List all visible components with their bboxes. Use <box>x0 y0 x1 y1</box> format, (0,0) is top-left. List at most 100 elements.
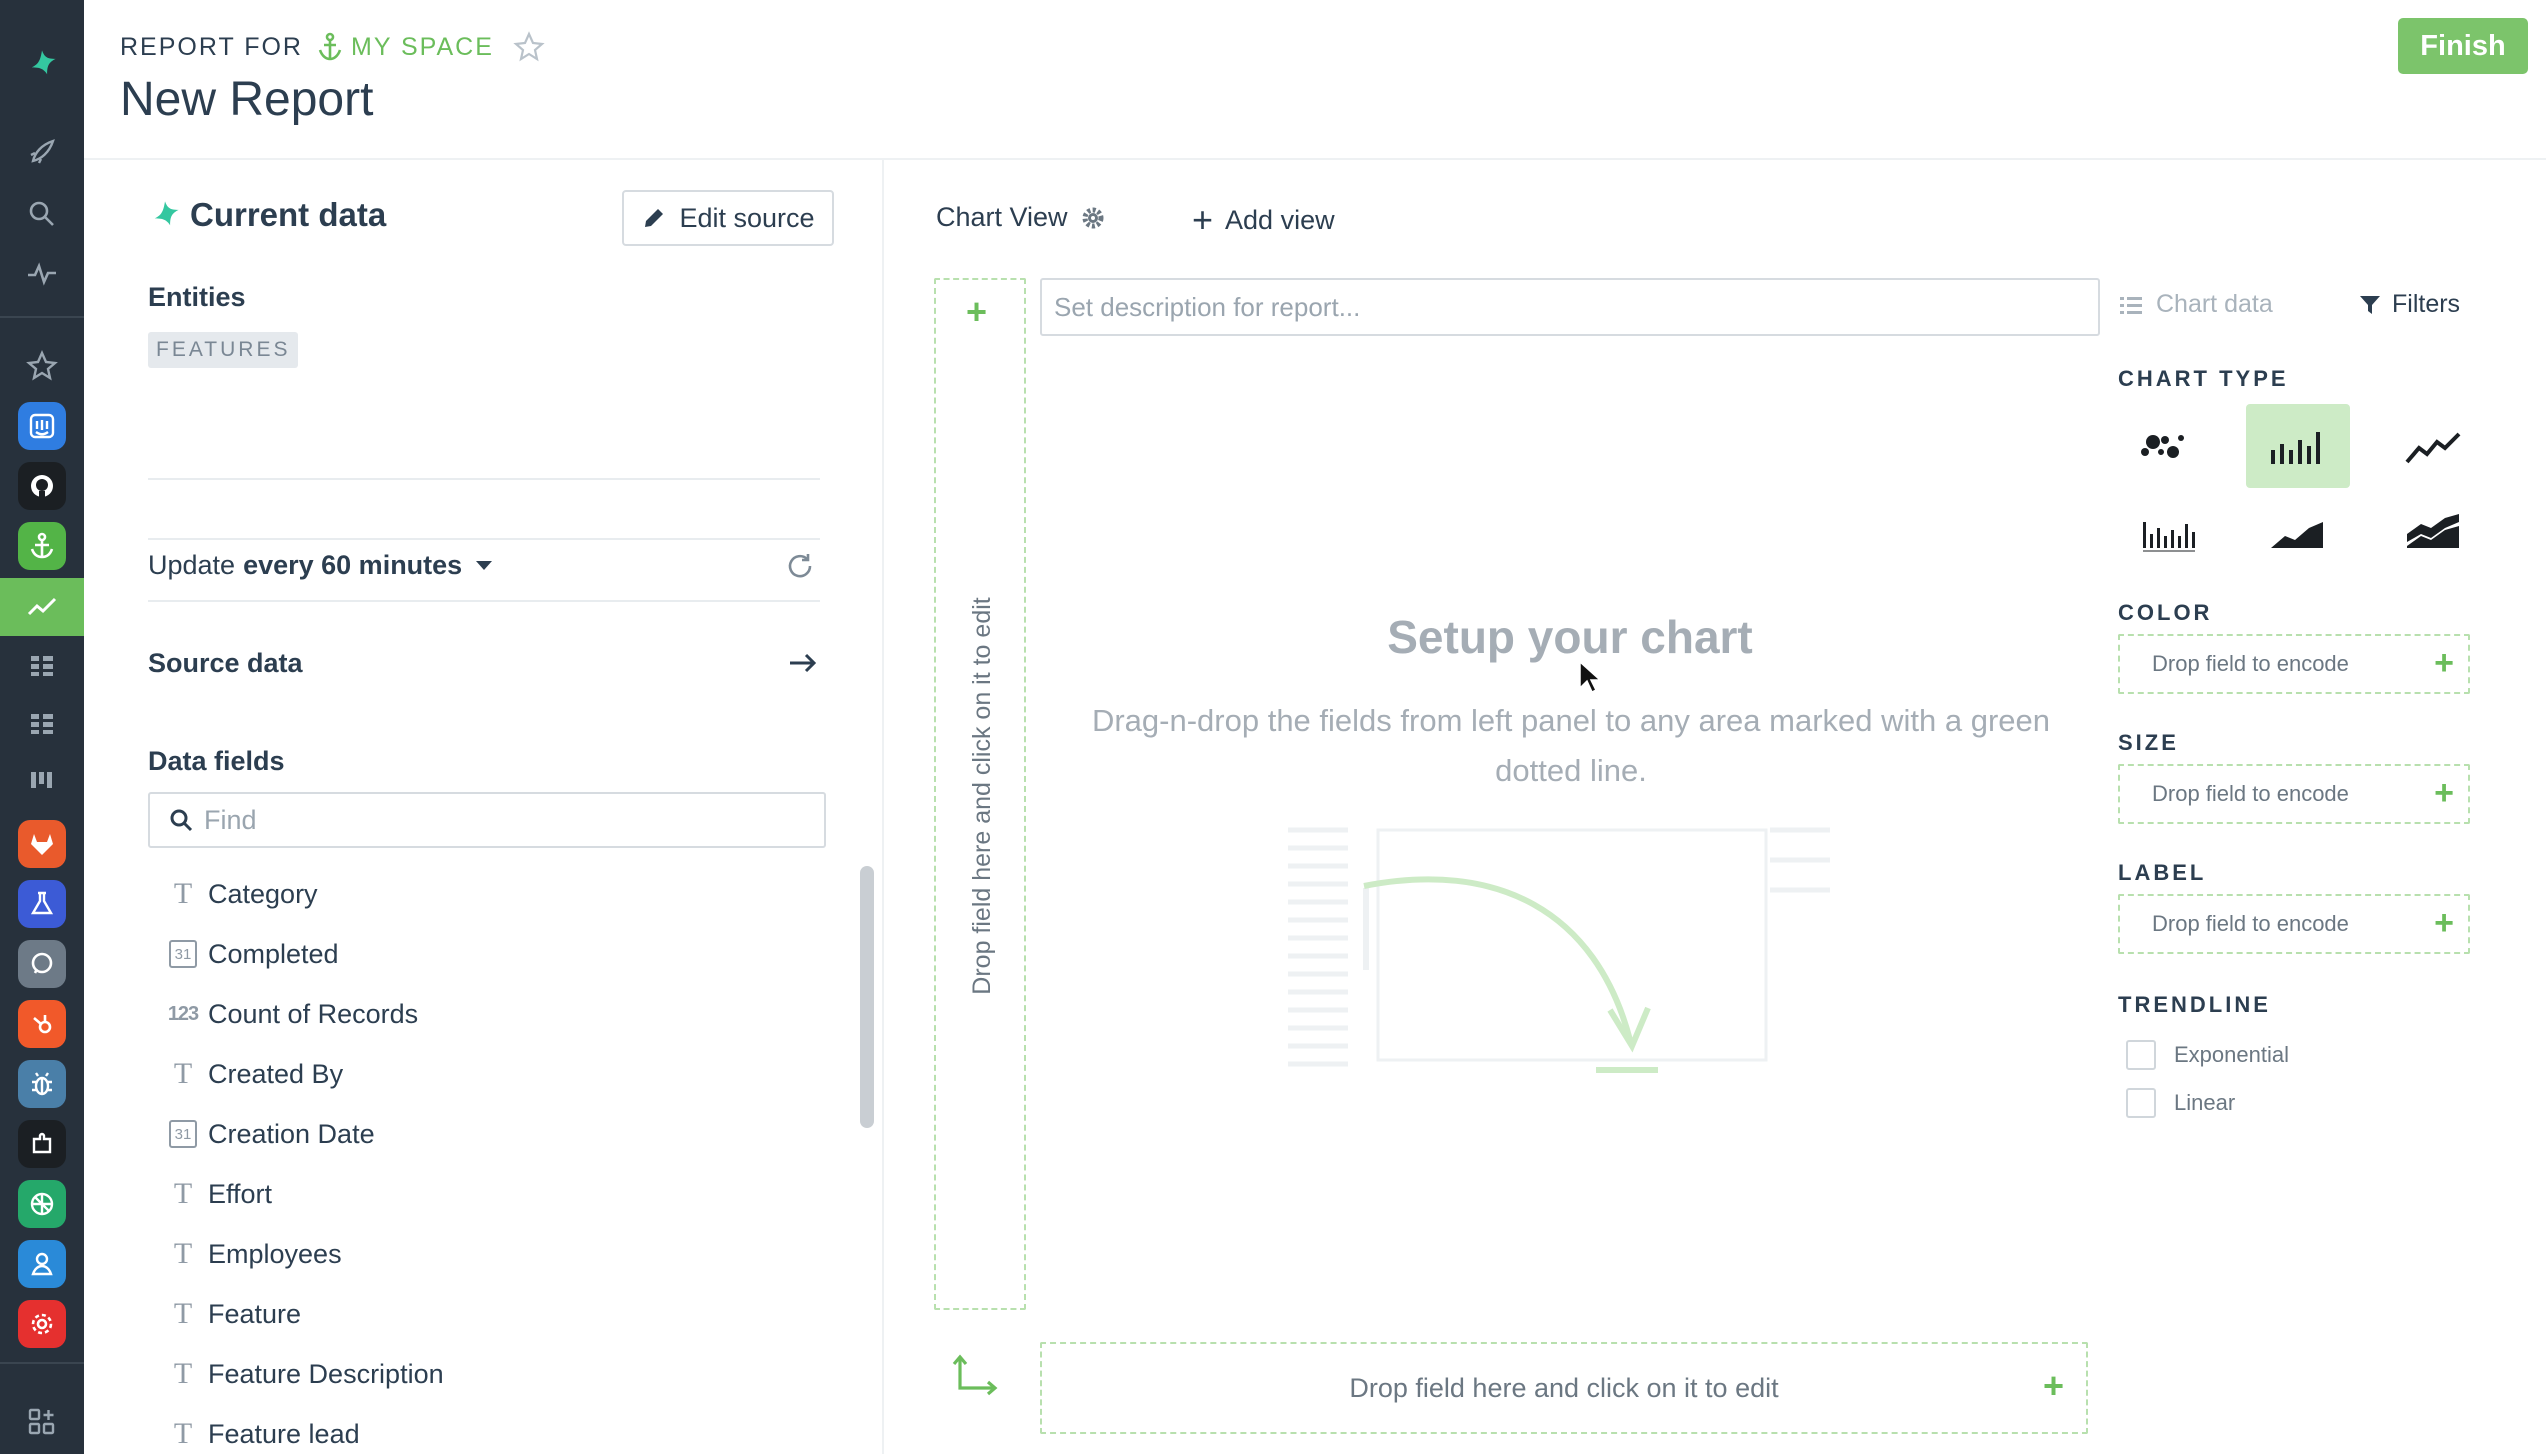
drag-drop-illustration <box>1288 827 1830 1073</box>
edit-source-button[interactable]: Edit source <box>622 190 834 246</box>
gear-icon[interactable] <box>1080 205 1106 231</box>
tab-chart-data[interactable]: Chart data <box>2118 290 2273 319</box>
tab-chart-view[interactable]: Chart View <box>936 202 1106 233</box>
field-item-created-by[interactable]: T Created By <box>164 1044 804 1104</box>
add-app-icon[interactable] <box>14 1394 70 1450</box>
y-axis-drop-zone[interactable]: + Drop field here and click on it to edi… <box>934 278 1026 1310</box>
star-icon[interactable] <box>14 338 70 394</box>
grid-app-icon[interactable] <box>14 696 70 752</box>
size-encode-drop-zone[interactable]: Drop field to encode + <box>2118 764 2470 824</box>
trendline-linear-checkbox[interactable]: Linear <box>2126 1088 2235 1118</box>
label-heading: LABEL <box>2118 860 2207 885</box>
source-data-link[interactable]: Source data <box>148 648 303 679</box>
chart-type-stacked-area[interactable] <box>2382 488 2486 572</box>
calendar-icon: 31 <box>164 940 202 968</box>
calendar-icon: 31 <box>164 1120 202 1148</box>
page-title: New Report <box>120 73 374 126</box>
stacked-area-chart-icon <box>2407 514 2459 548</box>
current-data-heading: Current data <box>148 196 386 234</box>
text-type-icon: T <box>173 1057 193 1090</box>
flask-app-icon[interactable] <box>14 876 70 932</box>
field-item-count-of-records[interactable]: 123 Count of Records <box>164 984 804 1044</box>
field-list: T Category 31 Completed 123 Count of Record… <box>164 864 804 1454</box>
line-chart-icon <box>2405 432 2461 464</box>
intercom-app-icon[interactable] <box>14 398 70 454</box>
chart-type-heading: CHART TYPE <box>2118 366 2289 391</box>
setup-chart-title: Setup your chart <box>1387 611 1753 663</box>
add-view-button[interactable]: + Add view <box>1192 202 1335 238</box>
field-item-completed[interactable]: 31 Completed <box>164 924 804 984</box>
field-item-feature-description[interactable]: T Feature Description <box>164 1344 804 1404</box>
gear-app-icon[interactable] <box>14 1296 70 1352</box>
rocket-icon[interactable] <box>14 124 70 180</box>
field-item-effort[interactable]: T Effort <box>164 1164 804 1224</box>
field-item-feature[interactable]: T Feature <box>164 1284 804 1344</box>
hubspot-app-icon[interactable] <box>14 996 70 1052</box>
app-window: REPORT FOR MY SPACE New Report Finish Cu… <box>0 0 2546 1454</box>
report-header: REPORT FOR MY SPACE New Report Finish <box>84 0 2546 160</box>
field-item-feature-lead[interactable]: T Feature lead <box>164 1404 804 1454</box>
logo-icon[interactable] <box>14 36 70 92</box>
space-link[interactable]: MY SPACE <box>317 32 494 62</box>
label-encode-drop-zone[interactable]: Drop field to encode + <box>2118 894 2470 954</box>
github-app-icon[interactable] <box>14 458 70 514</box>
color-encode-drop-zone[interactable]: Drop field to encode + <box>2118 634 2470 694</box>
gitlab-app-icon[interactable] <box>14 816 70 872</box>
field-search-input[interactable] <box>204 804 764 836</box>
chart-type-scatter[interactable] <box>2118 404 2222 488</box>
search-icon[interactable] <box>14 186 70 242</box>
field-item-employees[interactable]: T Employees <box>164 1224 804 1284</box>
field-label: Created By <box>208 1058 344 1089</box>
trello-app-icon[interactable] <box>14 754 70 810</box>
add-label-field-icon[interactable]: + <box>2434 906 2454 940</box>
tab-filters[interactable]: Filters <box>2358 290 2460 319</box>
add-x-field-icon[interactable]: + <box>2043 1368 2064 1404</box>
favorite-star-icon[interactable] <box>512 30 546 64</box>
chart-type-area[interactable] <box>2246 488 2350 572</box>
trendline-exponential-checkbox[interactable]: Exponential <box>2126 1040 2289 1070</box>
grid-app-icon[interactable] <box>14 638 70 694</box>
tab-label: Chart View <box>936 202 1068 232</box>
text-type-icon: T <box>173 1237 193 1270</box>
pencil-icon <box>645 209 664 227</box>
activity-icon[interactable] <box>14 246 70 302</box>
search-icon <box>170 809 193 832</box>
report-description-box[interactable] <box>1040 278 2100 336</box>
size-heading: SIZE <box>2118 730 2179 755</box>
number-type-icon: 123 <box>167 1002 199 1025</box>
divider <box>148 538 820 540</box>
brain-app-icon[interactable] <box>14 1176 70 1232</box>
checkbox[interactable] <box>2126 1088 2156 1118</box>
person-app-icon[interactable] <box>14 1236 70 1292</box>
x-axis-drop-zone[interactable]: Drop field here and click on it to edit … <box>1040 1342 2088 1434</box>
add-color-field-icon[interactable]: + <box>2434 646 2454 680</box>
breadcrumb: REPORT FOR MY SPACE <box>120 30 546 64</box>
finish-button[interactable]: Finish <box>2398 18 2528 74</box>
chart-type-bar[interactable] <box>2246 404 2350 488</box>
update-frequency-dropdown[interactable]: Update every 60 minutes <box>148 550 493 581</box>
add-size-field-icon[interactable]: + <box>2434 776 2454 810</box>
entity-tag[interactable]: FEATURES <box>148 332 299 368</box>
chart-app-icon[interactable] <box>14 579 70 635</box>
field-list-scrollbar[interactable] <box>860 866 874 1128</box>
histogram-chart-icon <box>2143 522 2195 552</box>
chart-type-line[interactable] <box>2382 404 2486 488</box>
data-panel: Current data Edit source Entities FEATUR… <box>84 160 884 1454</box>
field-item-creation-date[interactable]: 31 Creation Date <box>164 1104 804 1164</box>
field-label: Employees <box>208 1238 342 1269</box>
chat-app-icon[interactable] <box>14 936 70 992</box>
anchor-app-icon[interactable] <box>14 518 70 574</box>
arrow-right-icon[interactable] <box>786 646 820 680</box>
axes-swap-icon[interactable] <box>950 1350 1004 1404</box>
bug-app-icon[interactable] <box>14 1056 70 1112</box>
plugin-app-icon[interactable] <box>14 1116 70 1172</box>
update-prefix: Update <box>148 550 236 580</box>
chart-type-histogram[interactable] <box>2118 488 2222 572</box>
refresh-icon[interactable] <box>784 550 816 582</box>
text-type-icon: T <box>173 1297 193 1330</box>
field-label: Feature Description <box>208 1358 444 1389</box>
field-search-box[interactable] <box>148 792 826 848</box>
checkbox[interactable] <box>2126 1040 2156 1070</box>
field-item-category[interactable]: T Category <box>164 864 804 924</box>
report-description-input[interactable] <box>1054 291 2054 323</box>
